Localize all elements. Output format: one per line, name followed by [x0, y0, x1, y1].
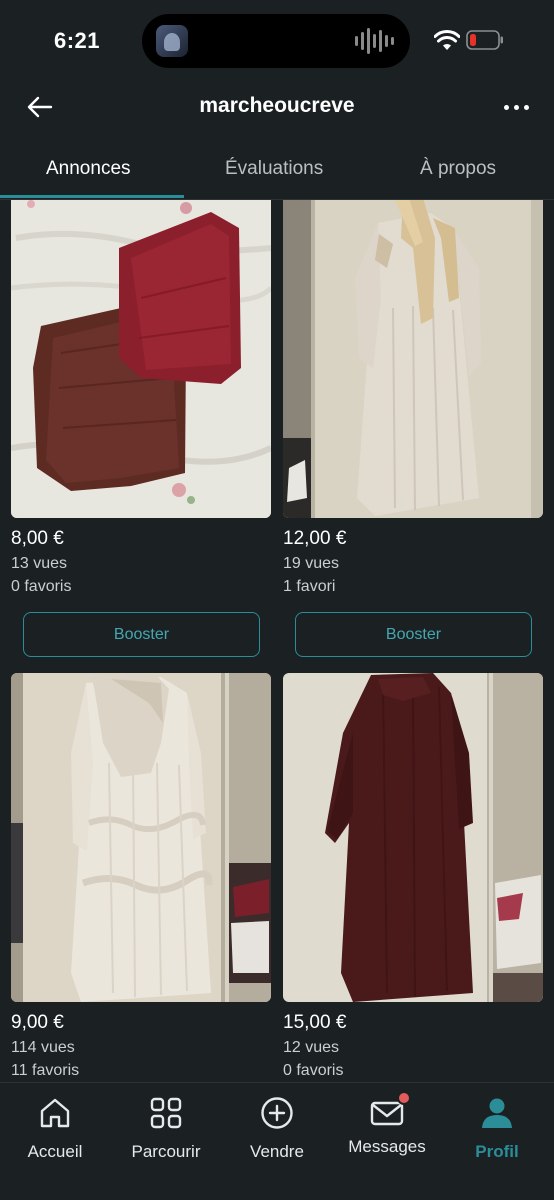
- booster-button[interactable]: Booster: [23, 612, 260, 657]
- battery-low-icon: [466, 30, 503, 50]
- listing-price: 8,00 €: [11, 528, 64, 549]
- audio-waveform-icon: [355, 28, 394, 54]
- listing-views: 13 vues: [11, 555, 68, 572]
- listing-photo: [11, 673, 271, 1002]
- listing-price: 15,00 €: [283, 1012, 347, 1033]
- nav-item-accueil[interactable]: Accueil: [0, 1095, 110, 1162]
- listing-card[interactable]: 15,00 € 12 vues 0 favoris: [283, 673, 543, 1080]
- page-title: marcheoucreve: [199, 94, 355, 117]
- listing-card[interactable]: 12,00 € 19 vues 1 favori Booster: [283, 200, 543, 657]
- tab-annonces[interactable]: Annonces: [46, 158, 131, 180]
- listing-card[interactable]: 9,00 € 114 vues 11 favoris: [11, 673, 271, 1080]
- mail-icon-wrapper: [369, 1091, 411, 1131]
- bottom-navigation: Accueil Parcourir Vendre Messages Profil: [0, 1082, 554, 1200]
- listing-price: 9,00 €: [11, 1012, 64, 1033]
- listing-card[interactable]: 8,00 € 13 vues 0 favoris Booster: [11, 200, 271, 657]
- nav-label: Accueil: [27, 1142, 83, 1161]
- listing-photo: [11, 200, 271, 518]
- listings-grid: 8,00 € 13 vues 0 favoris Booster 12,00 €…: [0, 200, 554, 1082]
- dynamic-island: [142, 14, 410, 68]
- listing-photo-folded-scarves[interactable]: [11, 200, 271, 518]
- home-icon: [40, 1098, 70, 1128]
- nav-header: marcheoucreve: [0, 82, 554, 132]
- nav-item-vendre[interactable]: Vendre: [222, 1095, 332, 1162]
- nav-label: Vendre: [250, 1142, 304, 1161]
- listing-photo-beige-dress[interactable]: [283, 200, 543, 518]
- more-dot-icon: [513, 104, 519, 110]
- nav-label: Profil: [475, 1142, 519, 1161]
- nav-item-parcourir[interactable]: Parcourir: [111, 1095, 221, 1162]
- status-bar: 6:21: [0, 0, 554, 82]
- plus-circle-icon: [261, 1097, 293, 1129]
- nav-label: Parcourir: [131, 1142, 201, 1161]
- nav-item-profil[interactable]: Profil: [442, 1095, 552, 1162]
- listing-photo: [283, 673, 543, 1002]
- more-dot-icon: [523, 104, 529, 110]
- listing-views: 19 vues: [283, 555, 340, 572]
- tab-evaluations[interactable]: Évaluations: [225, 158, 323, 180]
- listing-photo-burgundy-abaya[interactable]: [283, 673, 543, 1002]
- nav-label: Messages: [348, 1137, 426, 1156]
- grid-icon: [150, 1097, 182, 1129]
- listing-photo: [283, 200, 543, 518]
- notification-badge: [397, 1091, 411, 1105]
- listing-favorites: 0 favoris: [11, 578, 72, 595]
- listing-favorites: 11 favoris: [11, 1062, 80, 1079]
- wifi-icon: [434, 30, 460, 50]
- now-playing-artwork: [156, 25, 188, 57]
- status-time: 6:21: [54, 28, 101, 53]
- nav-item-messages[interactable]: Messages: [332, 1091, 442, 1157]
- listing-views: 12 vues: [283, 1039, 340, 1056]
- tab-bar: Annonces Évaluations À propos: [0, 140, 554, 200]
- booster-button[interactable]: Booster: [295, 612, 532, 657]
- listing-favorites: 1 favori: [283, 578, 336, 595]
- listing-price: 12,00 €: [283, 528, 347, 549]
- listing-photo-ruffled-dress[interactable]: [11, 673, 271, 1002]
- more-options-button[interactable]: [496, 90, 536, 124]
- listing-views: 114 vues: [11, 1039, 75, 1056]
- tab-a-propos[interactable]: À propos: [420, 158, 496, 180]
- person-icon: [482, 1098, 512, 1128]
- more-dot-icon: [503, 104, 509, 110]
- tab-active-indicator: [0, 195, 184, 198]
- listing-favorites: 0 favoris: [283, 1062, 344, 1079]
